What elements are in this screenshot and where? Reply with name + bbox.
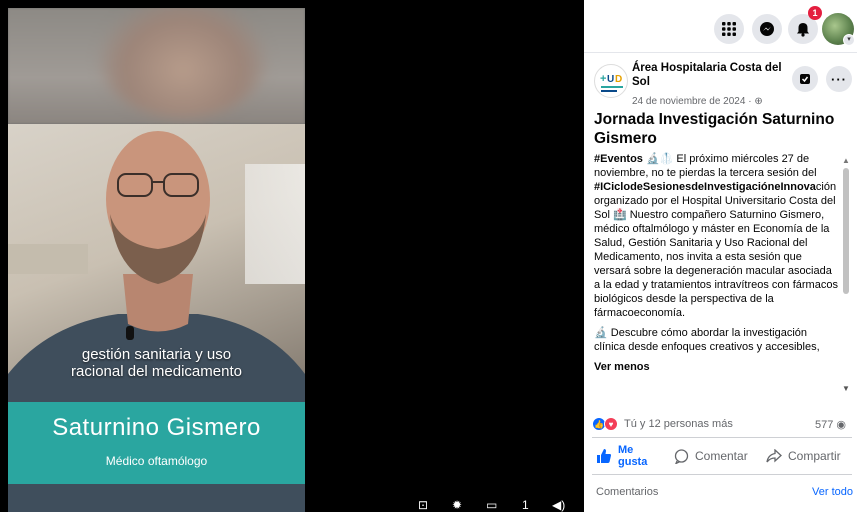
messenger-icon[interactable] (752, 14, 782, 44)
post-actions: Me gusta Comentar Compartir (584, 440, 857, 472)
reactions-summary[interactable]: 👍 ♥ Tú y 12 personas más 577 ◉ (592, 416, 852, 434)
svg-text:U: U (607, 74, 614, 85)
video-player[interactable]: gestión sanitaria y uso racional del med… (0, 0, 584, 512)
banner-name: Saturnino Gismero (52, 414, 261, 441)
chevron-down-icon[interactable]: ▾ (843, 34, 855, 46)
notification-badge: 1 (808, 6, 822, 20)
comment-label: Comentar (695, 449, 748, 463)
bookmark-icon (800, 74, 810, 84)
playback-time: 1 (522, 498, 529, 512)
scroll-up-arrow-icon[interactable]: ▲ (842, 156, 850, 165)
top-navigation: 1 ▾ (584, 0, 857, 52)
share-arrow-icon (766, 449, 782, 463)
name-banner: Saturnino Gismero Médico oftamólogo (8, 402, 305, 484)
reactions-count: 577 ◉ (815, 418, 846, 431)
post-date[interactable]: 24 de noviembre de 2024 · ⊕ (632, 96, 763, 107)
messenger-glyph (760, 22, 774, 36)
banner-role: Médico oftamólogo (105, 454, 208, 468)
post-title: Jornada Investigación Saturnino Gismero (594, 111, 835, 147)
share-button[interactable]: Compartir (766, 442, 841, 470)
post-side-panel: 1 ▾ + U D Área Hospitalaria Costa del So… (584, 0, 857, 512)
blurred-background-top (8, 8, 305, 124)
comments-header: Comentarios Ver todo (596, 486, 854, 498)
menu-grid-icon[interactable] (714, 14, 744, 44)
facebook-video-viewer: gestión sanitaria y uso racional del med… (0, 0, 857, 512)
views-eye-icon: ◉ (836, 419, 846, 431)
caption-line-1: gestión sanitaria y uso (81, 346, 232, 363)
save-post-button[interactable] (792, 66, 818, 92)
hashtag-ciclo-sesiones[interactable]: #ICiclodeSesionesdeInvestigacióneInnova (594, 181, 816, 193)
post-paragraph-2: 🔬 Descubre cómo abordar la investigación… (594, 327, 820, 353)
fullscreen-icon[interactable]: ▭ (486, 498, 497, 512)
like-button[interactable]: Me gusta (596, 442, 648, 470)
volume-icon[interactable]: ◀) (552, 498, 565, 512)
scroll-thumb[interactable] (843, 168, 849, 294)
video-controls: ⊡ ✹ ▭ 1 ◀) (412, 498, 584, 512)
hashtag-eventos[interactable]: #Eventos (594, 153, 643, 165)
globe-icon: ⊕ (754, 96, 763, 107)
blurred-face (98, 8, 268, 118)
comment-bubble-icon (674, 448, 689, 464)
more-options-icon[interactable]: ··· (826, 66, 852, 92)
comment-button[interactable]: Comentar (674, 442, 748, 470)
video-caption: gestión sanitaria y uso racional del med… (8, 346, 305, 380)
svg-text:+: + (600, 73, 606, 85)
captions-icon[interactable]: ⊡ (418, 498, 428, 512)
reactions-divider (592, 437, 852, 438)
svg-text:D: D (615, 74, 622, 85)
post-header: + U D Área Hospitalaria Costa del Sol 24… (584, 58, 857, 110)
see-less-link[interactable]: Ver menos (594, 360, 840, 374)
actions-divider (592, 474, 852, 475)
thumbs-up-icon (597, 449, 611, 463)
love-reaction-icon: ♥ (604, 417, 618, 431)
menu-grid-glyph (722, 22, 736, 36)
post-scrollbar[interactable]: ▲ ▼ (841, 156, 851, 396)
share-label: Compartir (788, 449, 841, 463)
view-all-comments-link[interactable]: Ver todo (812, 486, 853, 498)
page-name[interactable]: Área Hospitalaria Costa del Sol (632, 61, 792, 89)
post-body: #Eventos 🔬🥼 El próximo miércoles 27 de n… (594, 152, 840, 414)
hospital-logo-icon: + U D (600, 73, 623, 92)
top-divider (584, 52, 857, 53)
views-count: 577 (814, 419, 834, 431)
like-label: Me gusta (618, 444, 648, 468)
video-frame[interactable]: gestión sanitaria y uso racional del med… (8, 8, 305, 512)
post-paragraph-1-text-2: ción organizado por el Hospital Universi… (594, 181, 838, 319)
post-date-text: 24 de noviembre de 2024 · (632, 96, 755, 107)
settings-gear-icon[interactable]: ✹ (452, 498, 462, 512)
comments-label: Comentarios (596, 486, 659, 498)
page-logo[interactable]: + U D (594, 64, 628, 98)
post-paragraph-1: #Eventos 🔬🥼 El próximo miércoles 27 de n… (594, 152, 840, 320)
caption-line-2: racional del medicamento (71, 363, 242, 380)
scroll-down-arrow-icon[interactable]: ▼ (842, 384, 850, 393)
bell-glyph (797, 22, 809, 37)
reactions-text: Tú y 12 personas más (624, 418, 733, 430)
